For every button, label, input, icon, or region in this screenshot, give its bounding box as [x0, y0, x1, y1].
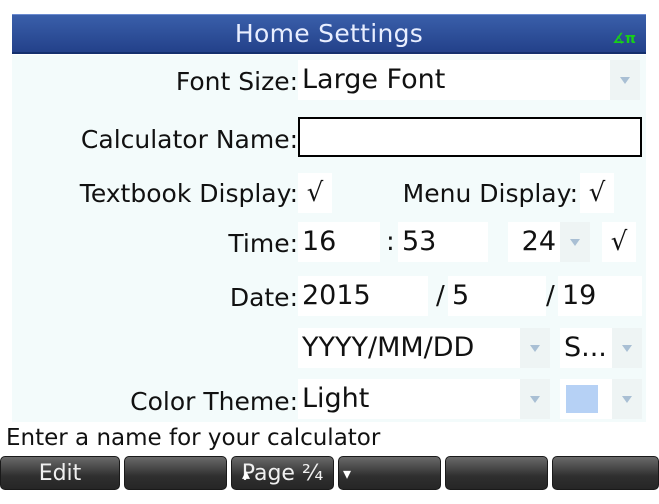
- time-separator: :: [386, 227, 395, 257]
- page-indicator: Page ²⁄₄: [241, 461, 324, 486]
- date-month-field[interactable]: 5: [448, 276, 546, 316]
- time-format-dropdown-icon[interactable]: [560, 222, 590, 262]
- date-separator-1: /: [436, 281, 445, 311]
- page-up-icon: ▴: [242, 464, 251, 483]
- help-text: Enter a name for your calculator: [6, 425, 381, 451]
- help-line: Enter a name for your calculator: [0, 425, 659, 455]
- calculator-screen: Home Settings ∡π Font Size: Large Font C…: [0, 0, 659, 504]
- date-second-format-select[interactable]: S...: [560, 328, 612, 368]
- page-softkey[interactable]: ▴ Page ²⁄₄: [231, 456, 334, 490]
- date-format-select[interactable]: YYYY/MM/DD: [298, 328, 520, 368]
- softkey-5[interactable]: [445, 456, 548, 490]
- font-size-select[interactable]: Large Font: [298, 60, 610, 100]
- font-size-label: Font Size:: [175, 67, 298, 96]
- menu-display-checkbox[interactable]: √: [580, 173, 614, 213]
- time-enabled-checkbox[interactable]: √: [602, 222, 636, 262]
- time-minute-field[interactable]: 53: [398, 222, 488, 262]
- calculator-name-field[interactable]: [298, 117, 642, 157]
- softkey-menu: Edit ▴ Page ²⁄₄ ▾: [0, 456, 659, 504]
- date-year-field[interactable]: 2015: [298, 276, 428, 316]
- page-title: Home Settings: [234, 19, 424, 48]
- color-theme-select[interactable]: Light: [298, 379, 520, 419]
- menu-display-label: Menu Display:: [402, 179, 578, 208]
- settings-form: Font Size: Large Font Calculator Name: T…: [12, 55, 646, 422]
- color-swatch-select[interactable]: [560, 379, 612, 419]
- date-format-dropdown-icon[interactable]: [520, 328, 550, 368]
- page-down-icon: ▾: [343, 464, 352, 483]
- time-hour-field[interactable]: 16: [298, 222, 380, 262]
- time-format-select[interactable]: 24: [508, 222, 560, 262]
- softkey-4[interactable]: ▾: [338, 456, 441, 490]
- softkey-6[interactable]: [552, 456, 659, 490]
- color-swatch-dropdown-icon[interactable]: [612, 379, 642, 419]
- title-bar: Home Settings ∡π: [12, 14, 646, 54]
- softkey-2[interactable]: [124, 456, 227, 490]
- date-label: Date:: [229, 283, 298, 312]
- calculator-name-label: Calculator Name:: [80, 125, 298, 154]
- date-separator-2: /: [546, 281, 555, 311]
- textbook-display-checkbox[interactable]: √: [298, 173, 332, 213]
- font-size-dropdown-icon[interactable]: [610, 60, 640, 100]
- color-theme-dropdown-icon[interactable]: [520, 379, 550, 419]
- date-day-field[interactable]: 19: [558, 276, 642, 316]
- color-theme-label: Color Theme:: [130, 387, 298, 416]
- textbook-display-label: Textbook Display:: [79, 179, 298, 208]
- date-second-format-dropdown-icon[interactable]: [612, 328, 642, 368]
- time-label: Time:: [228, 229, 298, 258]
- edit-softkey[interactable]: Edit: [0, 456, 120, 490]
- angle-mode-icon: ∡π: [612, 31, 636, 47]
- color-swatch: [566, 385, 598, 413]
